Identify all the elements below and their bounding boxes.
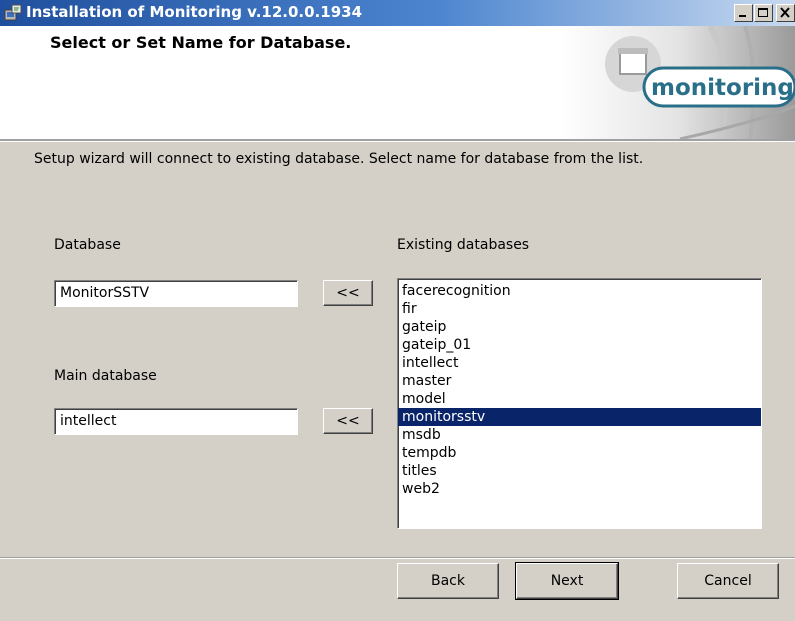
database-list-item[interactable]: monitorsstv	[398, 408, 761, 426]
copy-to-main-database-button[interactable]: <<	[323, 408, 373, 434]
header-banner: Select or Set Name for Database. monitor…	[0, 26, 795, 139]
header-separator	[0, 139, 795, 142]
database-list-item[interactable]: web2	[398, 480, 761, 498]
close-button[interactable]	[776, 4, 795, 22]
installer-window: Installation of Monitoring v.12.0.0.1934…	[0, 0, 795, 621]
database-list-item[interactable]: intellect	[398, 354, 761, 372]
title-bar[interactable]: Installation of Monitoring v.12.0.0.1934	[0, 0, 795, 26]
maximize-icon	[758, 8, 768, 17]
copy-to-database-button[interactable]: <<	[323, 280, 373, 306]
database-list-item[interactable]: facerecognition	[398, 282, 761, 300]
monitoring-logo: monitoring	[560, 26, 795, 139]
installer-icon	[4, 4, 22, 21]
database-list-item[interactable]: gateip	[398, 318, 761, 336]
page-title: Select or Set Name for Database.	[50, 33, 352, 52]
database-list-item[interactable]: msdb	[398, 426, 761, 444]
window-title: Installation of Monitoring v.12.0.0.1934	[26, 3, 363, 21]
minimize-icon	[739, 15, 746, 17]
instruction-text: Setup wizard will connect to existing da…	[34, 151, 644, 167]
database-list-item[interactable]: titles	[398, 462, 761, 480]
database-list-item[interactable]: master	[398, 372, 761, 390]
database-list-item[interactable]: gateip_01	[398, 336, 761, 354]
logo-text: monitoring	[651, 75, 794, 101]
minimize-button[interactable]	[734, 4, 753, 22]
maximize-button[interactable]	[754, 4, 773, 22]
database-list-item[interactable]: fir	[398, 300, 761, 318]
database-list-item[interactable]: model	[398, 390, 761, 408]
cancel-button[interactable]: Cancel	[677, 563, 779, 599]
existing-databases-list[interactable]: facerecognition fir gateip gateip_01 intelle…	[397, 278, 762, 529]
database-list-item[interactable]: tempdb	[398, 444, 761, 462]
next-button[interactable]: Next	[515, 562, 619, 600]
main-database-label: Main database	[54, 368, 157, 384]
database-input[interactable]: MonitorSSTV	[54, 280, 298, 307]
main-database-input[interactable]: intellect	[54, 408, 298, 435]
footer-separator	[0, 557, 795, 559]
back-button[interactable]: Back	[397, 563, 499, 599]
close-icon	[780, 7, 790, 18]
existing-databases-label: Existing databases	[397, 237, 530, 253]
database-label: Database	[54, 237, 121, 253]
